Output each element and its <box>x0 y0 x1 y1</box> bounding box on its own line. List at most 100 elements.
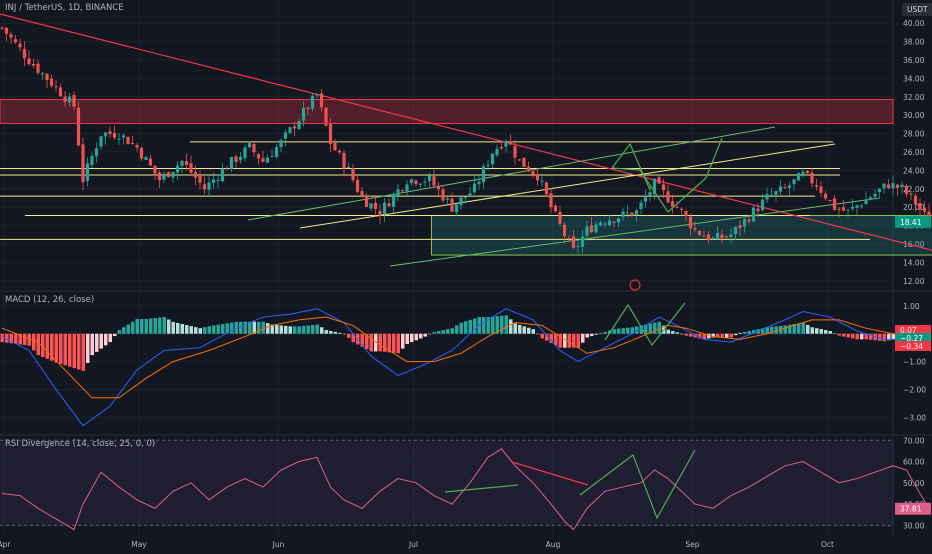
candle-body <box>261 158 264 161</box>
macd-histogram-bar <box>262 322 266 334</box>
currency-badge[interactable]: USDT <box>902 3 932 16</box>
candle-body <box>630 213 633 216</box>
rsi-value-label: 37.81 <box>900 505 922 514</box>
candle-body <box>95 148 98 156</box>
macd-histogram-bar <box>680 334 684 335</box>
macd-histogram-bar <box>433 332 437 334</box>
candle-body <box>329 124 332 144</box>
x-tick-label: Aug <box>546 540 561 549</box>
candle-body <box>225 169 228 170</box>
candle-body <box>18 43 21 47</box>
macd-histogram-bar <box>815 328 819 334</box>
candle-body <box>828 200 831 201</box>
macd-histogram-bar <box>829 331 833 334</box>
candle-body <box>45 74 48 80</box>
x-tick-label: Sep <box>685 540 699 549</box>
candle-body <box>626 213 629 214</box>
macd-histogram-bar <box>77 334 81 370</box>
candle-body <box>212 180 215 183</box>
x-tick-label: Apr <box>0 540 11 549</box>
macd-histogram-bar <box>806 325 810 334</box>
macd-histogram-bar <box>329 331 333 334</box>
candle-body <box>914 196 917 205</box>
candle-body <box>905 186 908 194</box>
macd-histogram-bar <box>302 326 306 334</box>
candle-body <box>374 203 377 209</box>
macd-histogram-bar <box>802 323 806 334</box>
candle-body <box>621 211 624 216</box>
chart-svg[interactable]: AprMayJunJulAugSepOctNovDec202512.0014.0… <box>0 0 932 550</box>
candle-body <box>666 191 669 202</box>
candle-body <box>99 136 102 146</box>
candle-body <box>266 158 269 163</box>
macd-histogram-bar <box>419 334 423 339</box>
macd-histogram-bar <box>154 318 158 334</box>
candle-body <box>9 34 12 37</box>
macd-histogram-bar <box>46 334 50 359</box>
macd-histogram-bar <box>491 317 495 334</box>
macd-histogram-bar <box>460 323 464 334</box>
candle-body <box>837 209 840 210</box>
macd-histogram-bar <box>158 318 162 334</box>
macd-histogram-bar <box>500 316 504 334</box>
candle-body <box>302 108 305 121</box>
candle-body <box>36 64 39 73</box>
candle-body <box>207 183 210 190</box>
macd-histogram-bar <box>797 323 801 333</box>
macd-histogram-bar <box>167 319 171 333</box>
candle-body <box>63 97 66 102</box>
candle-body <box>189 163 192 172</box>
candle-body <box>135 145 138 147</box>
candle-body <box>113 133 116 138</box>
candle-body <box>725 236 728 237</box>
candle-body <box>923 208 926 212</box>
last-price-label: 18.41 <box>900 218 922 227</box>
macd-histogram-bar <box>55 334 59 363</box>
macd-histogram-bar <box>181 324 185 334</box>
macd-histogram-bar <box>581 334 585 343</box>
macd-histogram-bar <box>370 334 374 352</box>
chart-stage[interactable]: AprMayJunJulAugSepOctNovDec202512.0014.0… <box>0 0 932 550</box>
macd-histogram-bar <box>811 327 815 333</box>
macd-histogram-bar <box>415 334 419 340</box>
macd-histogram-bar <box>568 334 572 348</box>
macd-histogram-bar <box>392 334 396 353</box>
macd-histogram-bar <box>338 333 342 334</box>
candle-body <box>522 158 525 167</box>
macd-histogram-bar <box>145 319 149 334</box>
candle-body <box>464 197 467 198</box>
candle-body <box>117 139 120 140</box>
macd-tick-label: −1.00 <box>903 358 926 367</box>
macd-histogram-bar <box>784 325 788 333</box>
price-tick-label: 12.00 <box>903 277 925 286</box>
candle-body <box>41 73 44 74</box>
candle-body <box>518 159 521 160</box>
candle-body <box>432 176 435 185</box>
candle-body <box>747 220 750 222</box>
candle-body <box>869 197 872 199</box>
candle-body <box>0 28 3 29</box>
candle-body <box>693 228 696 229</box>
candle-body <box>612 222 615 223</box>
price-tick-label: 14.00 <box>903 258 925 267</box>
macd-histogram-bar <box>199 328 203 334</box>
candle-body <box>360 191 363 197</box>
macd-histogram-bar <box>509 319 513 333</box>
macd-histogram-bar <box>424 334 428 337</box>
macd-histogram-bar <box>613 329 617 334</box>
macd-histogram-bar <box>748 331 752 334</box>
candle-body <box>72 95 75 107</box>
candle-body <box>108 131 111 134</box>
candle-body <box>590 225 593 232</box>
support-box <box>432 215 932 255</box>
candle-body <box>608 220 611 225</box>
macd-histogram-bar <box>401 334 405 349</box>
candle-body <box>581 237 584 247</box>
macd-histogram-bar <box>527 328 531 334</box>
candle-body <box>423 182 426 183</box>
candle-body <box>279 140 282 147</box>
candle-body <box>887 185 890 189</box>
macd-histogram-bar <box>428 334 432 335</box>
candle-body <box>198 176 201 183</box>
macd-histogram-bar <box>622 328 626 334</box>
